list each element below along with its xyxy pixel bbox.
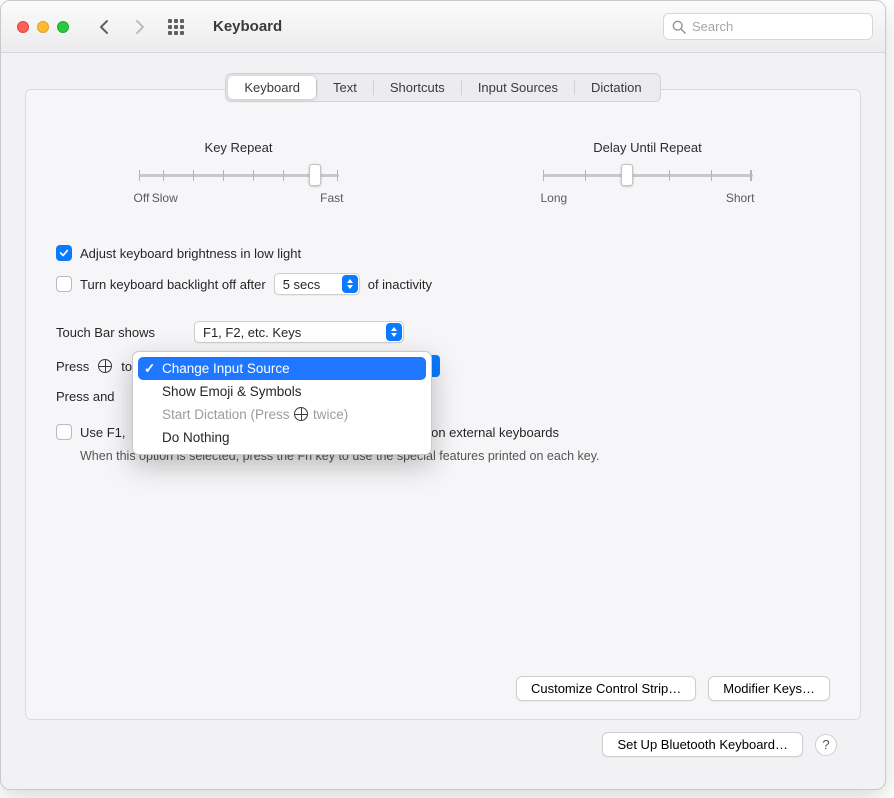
menu-item-label: Do Nothing bbox=[162, 430, 230, 445]
menu-item-show-emoji[interactable]: Show Emoji & Symbols bbox=[138, 380, 426, 403]
use-fkeys-suffix: s on external keyboards bbox=[421, 425, 559, 440]
press-globe-prefix: Press bbox=[56, 359, 89, 374]
stepper-icon bbox=[386, 323, 402, 341]
tab-dictation[interactable]: Dictation bbox=[575, 76, 658, 99]
content-area: Keyboard Text Shortcuts Input Sources Di… bbox=[1, 53, 885, 789]
traffic-lights bbox=[17, 21, 69, 33]
nav-buttons bbox=[93, 16, 187, 38]
tab-bar: Keyboard Text Shortcuts Input Sources Di… bbox=[1, 73, 885, 102]
delay-slider[interactable] bbox=[543, 165, 753, 185]
key-repeat-label: Key Repeat bbox=[205, 140, 273, 155]
search-field[interactable] bbox=[663, 13, 873, 40]
backlight-off-prefix: Turn keyboard backlight off after bbox=[80, 277, 266, 292]
press-globe-row: Press to ✓ Change Input Source Show Emoj… bbox=[56, 355, 830, 377]
minimize-button[interactable] bbox=[37, 21, 49, 33]
menu-item-label: Start Dictation (Press twice) bbox=[162, 407, 348, 422]
checkmark-icon: ✓ bbox=[144, 361, 155, 377]
search-input[interactable] bbox=[692, 19, 864, 34]
touchbar-shows-label: Touch Bar shows bbox=[56, 325, 186, 340]
touchbar-shows-row: Touch Bar shows F1, F2, etc. Keys bbox=[56, 321, 830, 343]
key-repeat-slow-label: Slow bbox=[152, 191, 178, 205]
key-repeat-slider[interactable] bbox=[139, 165, 339, 185]
key-repeat-group: Key Repeat Off bbox=[124, 140, 354, 205]
preferences-window: Keyboard Keyboard Text Shortcuts Input S… bbox=[0, 0, 886, 790]
backlight-dropdown[interactable]: 5 secs bbox=[274, 273, 360, 295]
search-icon bbox=[672, 20, 686, 34]
globe-icon bbox=[98, 359, 112, 373]
stepper-icon bbox=[342, 275, 358, 293]
delay-short-label: Short bbox=[726, 191, 755, 205]
use-fkeys-prefix: Use F1, bbox=[80, 425, 126, 440]
customize-control-strip-button[interactable]: Customize Control Strip… bbox=[516, 676, 696, 701]
modifier-keys-button[interactable]: Modifier Keys… bbox=[708, 676, 830, 701]
key-repeat-off-label: Off bbox=[134, 191, 150, 205]
tab-shortcuts[interactable]: Shortcuts bbox=[374, 76, 461, 99]
adjust-brightness-row: Adjust keyboard brightness in low light bbox=[56, 245, 830, 261]
settings-panel: Key Repeat Off bbox=[25, 89, 861, 720]
globe-action-menu: ✓ Change Input Source Show Emoji & Symbo… bbox=[132, 351, 432, 455]
menu-item-start-dictation: Start Dictation (Press twice) bbox=[138, 403, 426, 426]
menu-item-change-input-source[interactable]: ✓ Change Input Source bbox=[138, 357, 426, 380]
window-title: Keyboard bbox=[213, 18, 282, 35]
close-button[interactable] bbox=[17, 21, 29, 33]
help-button[interactable]: ? bbox=[815, 734, 837, 756]
key-repeat-fast-label: Fast bbox=[320, 191, 343, 205]
grid-icon bbox=[168, 19, 184, 35]
adjust-brightness-label: Adjust keyboard brightness in low light bbox=[80, 246, 301, 261]
zoom-button[interactable] bbox=[57, 21, 69, 33]
delay-long-label: Long bbox=[541, 191, 568, 205]
backlight-dropdown-value: 5 secs bbox=[283, 277, 321, 292]
delay-group: Delay Until Repeat Long Short bbox=[533, 140, 763, 205]
show-all-button[interactable] bbox=[165, 16, 187, 38]
sliders-row: Key Repeat Off bbox=[64, 140, 822, 205]
forward-button[interactable] bbox=[129, 16, 151, 38]
backlight-off-suffix: of inactivity bbox=[368, 277, 432, 292]
use-fkeys-checkbox[interactable] bbox=[56, 424, 72, 440]
panel-buttons: Customize Control Strip… Modifier Keys… bbox=[56, 656, 830, 701]
setup-bluetooth-keyboard-button[interactable]: Set Up Bluetooth Keyboard… bbox=[602, 732, 803, 757]
tab-text[interactable]: Text bbox=[317, 76, 373, 99]
backlight-off-checkbox[interactable] bbox=[56, 276, 72, 292]
tab-input-sources[interactable]: Input Sources bbox=[462, 76, 574, 99]
window-footer: Set Up Bluetooth Keyboard… ? bbox=[25, 720, 861, 773]
menu-item-do-nothing[interactable]: Do Nothing bbox=[138, 426, 426, 449]
press-and-label: Press and bbox=[56, 389, 115, 404]
delay-label: Delay Until Repeat bbox=[593, 140, 701, 155]
menu-item-label: Show Emoji & Symbols bbox=[162, 384, 302, 399]
menu-item-label: Change Input Source bbox=[162, 361, 290, 376]
backlight-off-row: Turn keyboard backlight off after 5 secs… bbox=[56, 273, 830, 295]
touchbar-shows-dropdown[interactable]: F1, F2, etc. Keys bbox=[194, 321, 404, 343]
press-globe-suffix: to bbox=[121, 359, 132, 374]
globe-icon bbox=[294, 407, 308, 421]
adjust-brightness-checkbox[interactable] bbox=[56, 245, 72, 261]
titlebar: Keyboard bbox=[1, 1, 885, 53]
back-button[interactable] bbox=[93, 16, 115, 38]
touchbar-shows-value: F1, F2, etc. Keys bbox=[203, 325, 301, 340]
tab-keyboard[interactable]: Keyboard bbox=[228, 76, 316, 99]
